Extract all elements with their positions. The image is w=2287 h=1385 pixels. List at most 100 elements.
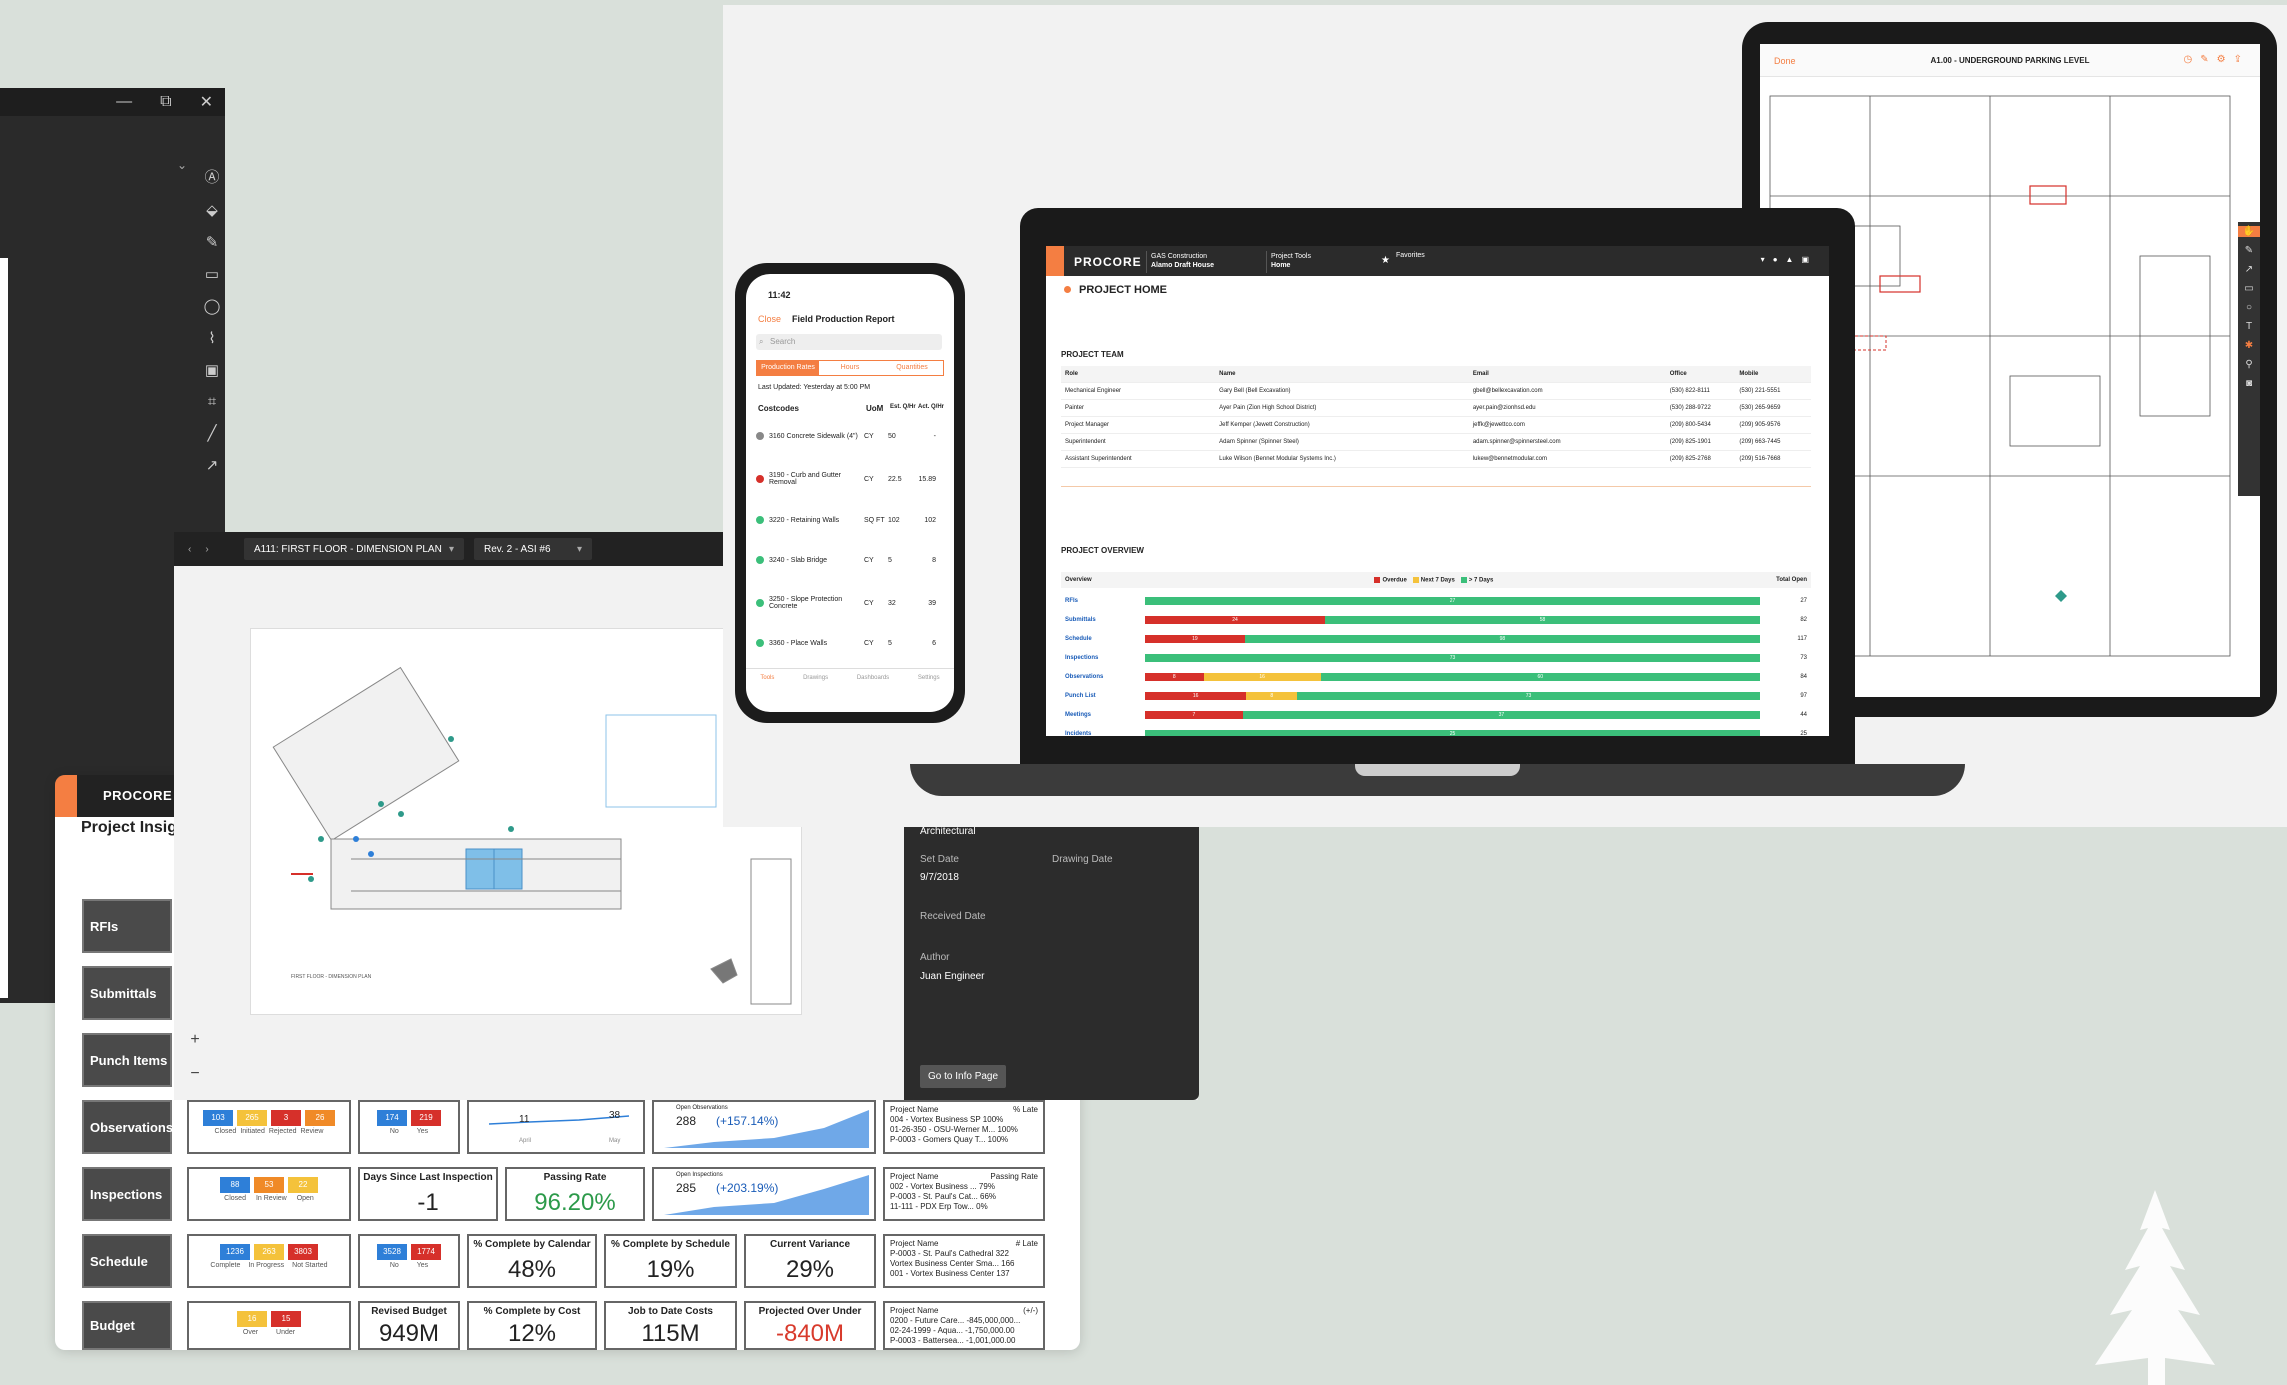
image-icon[interactable]: ▣ xyxy=(205,361,219,379)
company-project-select[interactable]: GAS Construction Alamo Draft House xyxy=(1146,251,1260,273)
budget-status-card[interactable]: 16 15 Over Under xyxy=(187,1301,351,1350)
observations-status-card[interactable]: 103 265 3 26 Closed Initiated Rejected R… xyxy=(187,1100,351,1154)
tab-tools[interactable]: Tools xyxy=(760,675,774,712)
schedule-status-card[interactable]: 1236 263 3803 Complete In Progress Not S… xyxy=(187,1234,351,1288)
overview-row-name[interactable]: Punch List xyxy=(1061,693,1145,699)
list-item[interactable]: 3240 - Slab Bridge CY 5 8 xyxy=(756,556,946,564)
overview-row-name[interactable]: RFIs xyxy=(1061,598,1145,604)
table-row[interactable]: P-0003 - St. Paul's Cathedral 322 xyxy=(890,1249,1038,1259)
text-tool-icon[interactable]: Ⓐ xyxy=(204,166,219,187)
minimize-button[interactable]: — xyxy=(116,93,132,111)
home-icon[interactable] xyxy=(1046,246,1064,276)
search-input[interactable]: ⌕ Search xyxy=(756,334,942,350)
overview-row[interactable]: Inspections 73 73 xyxy=(1061,651,1811,665)
table-row[interactable]: 001 - Vortex Business Center 137 xyxy=(890,1269,1038,1279)
arrow-icon[interactable]: ↗ xyxy=(206,456,219,474)
star-icon[interactable]: ★ xyxy=(1381,255,1390,266)
restore-button[interactable]: ⧉ xyxy=(160,93,171,111)
list-item[interactable]: 3360 - Place Walls CY 5 6 xyxy=(756,639,946,647)
table-row[interactable]: 002 - Vortex Business ... 79% xyxy=(890,1182,1038,1192)
table-row[interactable]: 004 - Vortex Business SP 100% xyxy=(890,1115,1038,1125)
list-item[interactable]: 3220 - Retaining Walls SQ FT 102 102 xyxy=(756,516,946,524)
email[interactable]: gbell@bellexcavation.com xyxy=(1473,388,1670,394)
fill-icon[interactable]: ⬙ xyxy=(206,201,218,219)
complete-by-calendar-card[interactable]: % Complete by Calendar 48% xyxy=(467,1234,597,1288)
observations-noyes-card[interactable]: 174 219 No Yes xyxy=(358,1100,460,1154)
zoom-in-button[interactable]: + xyxy=(182,1031,208,1057)
tab-drawings[interactable]: Drawings xyxy=(803,675,828,712)
chevron-down-icon[interactable]: ⌄ xyxy=(177,158,187,172)
callout-icon[interactable]: ⌇ xyxy=(208,329,215,347)
overview-row[interactable]: Meetings 7 37 44 xyxy=(1061,708,1811,722)
zoom-out-button[interactable]: − xyxy=(182,1065,208,1091)
revision-select[interactable]: Rev. 2 - ASI #6 ▾ xyxy=(474,538,592,560)
row-label-budget[interactable]: Budget xyxy=(82,1301,172,1350)
table-row[interactable]: Superintendent Adam Spinner (Spinner Ste… xyxy=(1061,434,1811,451)
complete-by-schedule-card[interactable]: % Complete by Schedule 19% xyxy=(604,1234,737,1288)
overview-row-name[interactable]: Inspections xyxy=(1061,655,1145,661)
table-row[interactable]: P-0003 - Gomers Quay T... 100% xyxy=(890,1135,1038,1145)
overview-row-name[interactable]: Meetings xyxy=(1061,712,1145,718)
passing-rate-card[interactable]: Passing Rate 96.20% xyxy=(505,1167,645,1221)
overview-row[interactable]: Observations 8 16 60 84 xyxy=(1061,670,1811,684)
close-button[interactable]: ✕ xyxy=(200,92,213,112)
overview-row-name[interactable]: Schedule xyxy=(1061,636,1145,642)
row-label-inspections[interactable]: Inspections xyxy=(82,1167,172,1221)
rectangle-icon[interactable]: ▭ xyxy=(2244,283,2253,294)
revised-budget-card[interactable]: Revised Budget 949M xyxy=(358,1301,460,1350)
overview-row[interactable]: Submittals 24 58 82 xyxy=(1061,613,1811,627)
table-row[interactable]: 02-24-1999 - Aqua... -1,750,000.00 xyxy=(890,1326,1038,1336)
table-row[interactable]: 01-26-350 - OSU-Werner M... 100% xyxy=(890,1125,1038,1135)
go-to-info-page-button[interactable]: Go to Info Page xyxy=(920,1065,1007,1088)
table-row[interactable]: Project Manager Jeff Kemper (Jewett Cons… xyxy=(1061,417,1811,434)
row-label-punch-items[interactable]: Punch Items xyxy=(82,1033,172,1087)
favorites-link[interactable]: Favorites xyxy=(1396,252,1425,259)
pen-icon[interactable]: ✎ xyxy=(206,233,219,251)
job-to-date-costs-card[interactable]: Job to Date Costs 115M xyxy=(604,1301,737,1350)
table-row[interactable]: 0200 - Future Care... -845,000,000... xyxy=(890,1316,1038,1326)
pin-icon[interactable]: ⚲ xyxy=(2245,359,2252,370)
inspections-status-card[interactable]: 88 53 22 Closed In Review Open xyxy=(187,1167,351,1221)
tab-hours[interactable]: Hours xyxy=(819,361,881,375)
list-item[interactable]: 3160 Concrete Sidewalk (4") CY 50 - xyxy=(756,432,946,440)
schedule-late-table[interactable]: Project Name # Late P-0003 - St. Paul's C… xyxy=(883,1234,1045,1288)
list-item[interactable]: 3250 - Slope Protection Concrete CY 32 3… xyxy=(756,596,946,610)
home-icon[interactable] xyxy=(55,775,77,817)
lasso-icon[interactable]: ◯ xyxy=(204,297,221,315)
inspections-passing-table[interactable]: Project Name Passing Rate 002 - Vortex Bu… xyxy=(883,1167,1045,1221)
table-row[interactable]: P-0003 - St. Paul's Cat... 66% xyxy=(890,1192,1038,1202)
ellipse-icon[interactable]: ○ xyxy=(2246,302,2252,313)
table-row[interactable]: Painter Ayer Pain (Zion High School Dist… xyxy=(1061,400,1811,417)
line-icon[interactable]: ╱ xyxy=(207,424,216,442)
project-tools-select[interactable]: Project Tools Home xyxy=(1266,251,1380,273)
overview-row[interactable]: Schedule 19 98 117 xyxy=(1061,632,1811,646)
previous-drawing-button[interactable]: ‹ xyxy=(188,544,191,555)
table-row[interactable]: Assistant Superintendent Luke Wilson (Be… xyxy=(1061,451,1811,468)
overview-row-name[interactable]: Incidents xyxy=(1061,731,1145,736)
next-drawing-button[interactable]: › xyxy=(205,544,208,555)
header-icons[interactable]: ▾●▲▣ xyxy=(1761,255,1817,264)
sheet-select[interactable]: A111: FIRST FLOOR - DIMENSION PLAN ▾ xyxy=(244,538,464,560)
list-item[interactable]: 3190 - Curb and Gutter Removal CY 22.5 1… xyxy=(756,472,946,486)
email[interactable]: jeffk@jewettco.com xyxy=(1473,422,1670,428)
open-observations-card[interactable]: Open Observations 288 (+157.14%) xyxy=(652,1100,876,1154)
observations-late-table[interactable]: Project Name % Late 004 - Vortex Business… xyxy=(883,1100,1045,1154)
table-row[interactable]: 11-111 - PDX Erp Tow... 0% xyxy=(890,1202,1038,1212)
cloud-icon[interactable]: ✱ xyxy=(2245,340,2253,351)
tab-production-rates[interactable]: Production Rates xyxy=(757,361,819,375)
email[interactable]: adam.spinner@spinnersteel.com xyxy=(1473,439,1670,445)
complete-by-cost-card[interactable]: % Complete by Cost 12% xyxy=(467,1301,597,1350)
schedule-noyes-card[interactable]: 3528 1774 No Yes xyxy=(358,1234,460,1288)
overview-row[interactable]: Incidents 25 25 xyxy=(1061,727,1811,736)
overview-row[interactable]: RFIs 27 27 xyxy=(1061,594,1811,608)
arrow-icon[interactable]: ↗ xyxy=(2245,264,2253,275)
open-inspections-card[interactable]: Open Inspections 285 (+203.19%) xyxy=(652,1167,876,1221)
row-label-rfis[interactable]: RFIs xyxy=(82,899,172,953)
toolbar-icons[interactable]: ◷✎⚙⇪ xyxy=(2184,54,2250,65)
observations-trend-card[interactable]: 11 38 April May xyxy=(467,1100,645,1154)
tab-settings[interactable]: Settings xyxy=(918,675,940,712)
overview-row-name[interactable]: Submittals xyxy=(1061,617,1145,623)
hand-icon[interactable]: ✋ xyxy=(2238,226,2260,237)
days-since-inspection-card[interactable]: Days Since Last Inspection -1 xyxy=(358,1167,498,1221)
row-label-submittals[interactable]: Submittals xyxy=(82,966,172,1020)
